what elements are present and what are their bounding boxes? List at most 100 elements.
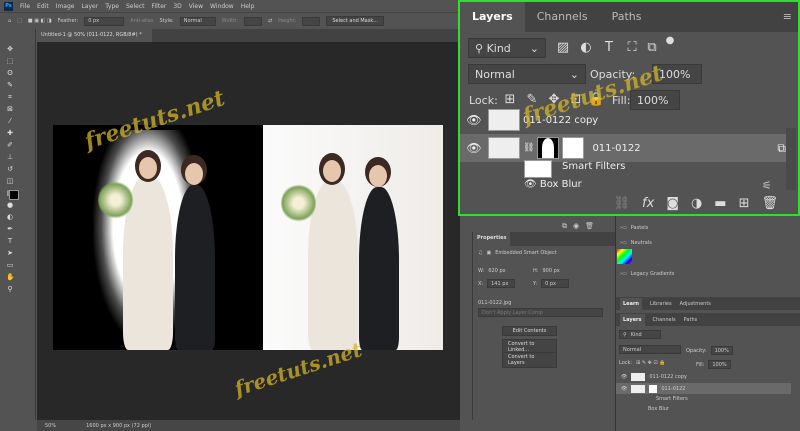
rectangle-icon[interactable]: ▭ bbox=[6, 261, 14, 269]
feather-input[interactable]: 0 px bbox=[84, 16, 125, 26]
menu-type[interactable]: Type bbox=[105, 3, 119, 10]
edit-contents-button[interactable]: Edit Contents bbox=[502, 326, 557, 336]
layer-row-small[interactable]: 👁 011-0122 copy bbox=[621, 373, 687, 381]
tab-channels[interactable]: Channels bbox=[525, 2, 600, 32]
blur-icon[interactable]: ● bbox=[6, 201, 14, 209]
type-icon[interactable]: T bbox=[6, 237, 14, 245]
tab-paths[interactable]: Paths bbox=[600, 2, 654, 32]
layer-comp-icon[interactable]: ⧉ bbox=[562, 222, 567, 231]
canvas-area[interactable]: freetuts.net freetuts.net bbox=[37, 42, 460, 420]
selection-mode-icons[interactable]: ■ ▣ ◧ ◨ bbox=[28, 18, 52, 24]
eyedropper-icon[interactable]: ⁄ bbox=[6, 117, 14, 125]
menu-3d[interactable]: 3D bbox=[173, 3, 181, 10]
panel-menu-icon[interactable]: ≡ bbox=[777, 2, 798, 32]
menu-view[interactable]: View bbox=[189, 3, 203, 10]
smart-filters-label[interactable]: Smart Filters bbox=[562, 161, 625, 172]
smart-filter-mask[interactable] bbox=[524, 160, 552, 178]
lock-transparent-icon[interactable]: ⊞ bbox=[502, 92, 518, 107]
tab-learn[interactable]: Learn bbox=[620, 297, 642, 310]
box-blur-filter[interactable]: 👁 Box Blur bbox=[524, 179, 582, 190]
smart-object-filter-icon[interactable]: ⧉ bbox=[644, 40, 660, 55]
link-layers-icon[interactable]: ⛓ bbox=[614, 196, 631, 211]
hand-icon[interactable]: ✋ bbox=[6, 273, 15, 281]
smart-filters-small[interactable]: Smart Filters bbox=[656, 396, 688, 402]
opacity-input-small[interactable]: 100% bbox=[710, 346, 733, 355]
select-and-mask-button[interactable]: Select and Mask... bbox=[326, 16, 385, 26]
marquee-tool-icon[interactable]: ⬚ bbox=[17, 18, 22, 24]
eraser-icon[interactable]: ◫ bbox=[6, 177, 14, 185]
brush-icon[interactable]: ✐ bbox=[6, 141, 14, 149]
tab-libraries[interactable]: Libraries bbox=[650, 301, 672, 307]
history-brush-icon[interactable]: ↺ bbox=[6, 165, 14, 173]
healing-icon[interactable]: ✚ bbox=[6, 129, 14, 137]
path-select-icon[interactable]: ➤ bbox=[6, 249, 14, 257]
delete-layer-icon[interactable]: 🗑 bbox=[761, 196, 778, 211]
layers-scrollbar[interactable] bbox=[786, 128, 796, 190]
fill-input-small[interactable]: 100% bbox=[708, 360, 731, 369]
kind-filter-small[interactable]: ⚲ Kind bbox=[619, 330, 661, 339]
layer-row[interactable]: 👁 011-0122 copy bbox=[460, 106, 786, 134]
home-icon[interactable]: ⌂ bbox=[8, 18, 11, 24]
menu-filter[interactable]: Filter bbox=[152, 3, 167, 10]
add-mask-icon[interactable]: ◙ bbox=[666, 196, 679, 211]
menu-image[interactable]: Image bbox=[56, 3, 75, 10]
antialias-checkbox[interactable]: Anti-alias bbox=[130, 18, 153, 24]
y-input[interactable]: 0 px bbox=[541, 279, 570, 288]
frame-icon[interactable]: ⊠ bbox=[6, 105, 14, 113]
stamp-icon[interactable]: ⊥ bbox=[6, 153, 14, 161]
pixel-filter-icon[interactable]: ▨ bbox=[555, 40, 571, 55]
new-layer-icon[interactable]: ⊞ bbox=[739, 196, 750, 211]
visibility-eye-icon[interactable]: 👁 bbox=[460, 113, 488, 127]
gradient-swatch[interactable] bbox=[617, 249, 632, 264]
tab-channels-small[interactable]: Channels bbox=[653, 317, 676, 323]
shape-filter-icon[interactable]: ⛶ bbox=[624, 40, 640, 55]
marquee-icon[interactable]: ⬚ bbox=[6, 57, 14, 65]
pen-icon[interactable]: ✒ bbox=[6, 225, 14, 233]
height-input[interactable] bbox=[302, 16, 321, 26]
layer-row-small-selected[interactable]: 👁 011-0122 bbox=[616, 383, 791, 394]
blend-mode-select[interactable]: Normal ⌄ bbox=[468, 64, 586, 84]
filter-options-icon[interactable]: ⚟ bbox=[762, 179, 772, 192]
height-value[interactable]: 900 px bbox=[542, 268, 559, 274]
lasso-icon[interactable]: ʘ bbox=[6, 69, 14, 77]
filter-toggle-icon[interactable]: ● bbox=[662, 35, 678, 46]
menu-window[interactable]: Window bbox=[210, 3, 234, 10]
document-tab[interactable]: Untitled-1 @ 50% (011-0122, RGB/8#) * bbox=[37, 29, 152, 42]
menu-select[interactable]: Select bbox=[126, 3, 145, 10]
blend-mode-small[interactable]: Normal bbox=[619, 345, 681, 354]
width-value[interactable]: 620 px bbox=[488, 268, 505, 274]
adjustment-layer-icon[interactable]: ◑ bbox=[691, 196, 702, 211]
tab-layers-small[interactable]: Layers bbox=[620, 313, 645, 326]
zoom-level[interactable]: 50% bbox=[45, 423, 56, 429]
link-icon[interactable]: ⛓ bbox=[523, 143, 534, 153]
camera-icon[interactable]: ◉ bbox=[573, 222, 579, 230]
new-group-icon[interactable]: ▬ bbox=[714, 196, 726, 211]
layer-comp-select[interactable]: Don't Apply Layer Comp bbox=[478, 308, 603, 317]
menu-edit[interactable]: Edit bbox=[37, 3, 49, 10]
menu-layer[interactable]: Layer bbox=[81, 3, 98, 10]
trash-icon[interactable]: 🗑 bbox=[585, 222, 594, 230]
tab-adjustments[interactable]: Adjustments bbox=[680, 301, 711, 307]
x-input[interactable]: 141 px bbox=[487, 279, 516, 288]
foreground-color-swatch[interactable] bbox=[9, 190, 19, 200]
kind-filter-select[interactable]: ⚲ Kind ⌄ bbox=[468, 38, 546, 58]
properties-tab[interactable]: Properties bbox=[473, 232, 511, 246]
zoom-icon[interactable]: ⚲ bbox=[6, 285, 14, 293]
adjustment-filter-icon[interactable]: ◐ bbox=[578, 40, 594, 55]
filter-mask-thumbnail[interactable] bbox=[562, 137, 585, 159]
visibility-eye-icon[interactable]: 👁 bbox=[460, 141, 488, 155]
fx-icon[interactable]: fx bbox=[642, 196, 654, 211]
crop-icon[interactable]: ⌗ bbox=[6, 93, 14, 101]
width-input[interactable] bbox=[243, 16, 262, 26]
menu-file[interactable]: File bbox=[20, 3, 30, 10]
style-select[interactable]: Normal bbox=[179, 16, 216, 26]
quick-select-icon[interactable]: ✎ bbox=[6, 81, 14, 89]
tab-paths-small[interactable]: Paths bbox=[684, 317, 698, 323]
swap-icon[interactable]: ⇄ bbox=[268, 18, 272, 24]
type-filter-icon[interactable]: T bbox=[601, 40, 617, 55]
layer-row-selected[interactable]: 👁 ⛓ 011-0122 ⧉ bbox=[460, 134, 786, 162]
dodge-icon[interactable]: ◐ bbox=[6, 213, 14, 221]
layer-name[interactable]: 011-0122 bbox=[592, 143, 640, 154]
tab-layers[interactable]: Layers bbox=[460, 2, 525, 32]
box-blur-small[interactable]: Box Blur bbox=[648, 406, 669, 412]
